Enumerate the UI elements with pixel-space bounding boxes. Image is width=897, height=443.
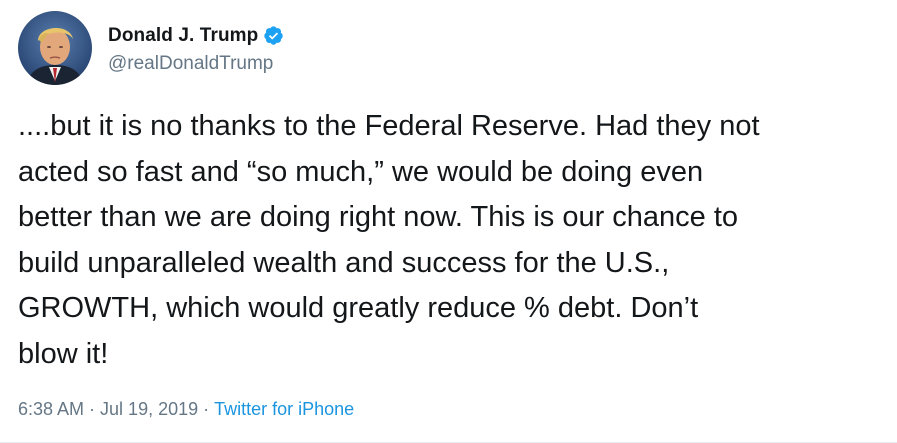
tweet-text-line: build unparalleled wealth and success fo… [18, 246, 670, 279]
author-handle[interactable]: @realDonaldTrump [108, 53, 284, 75]
tweet-source-link[interactable]: Twitter for iPhone [214, 399, 354, 420]
tweet-time[interactable]: 6:38 AM [18, 399, 84, 420]
avatar-image [18, 11, 92, 85]
tweet-meta: 6:38 AM · Jul 19, 2019 · Twitter for iPh… [18, 399, 354, 420]
tweet-text: ....but it is no thanks to the Federal R… [18, 104, 888, 377]
display-name[interactable]: Donald J. Trump [108, 25, 258, 47]
verified-badge-icon [263, 25, 284, 46]
meta-separator: · [89, 399, 96, 419]
tweet-date[interactable]: Jul 19, 2019 [100, 399, 198, 420]
tweet-text-line: acted so fast and “so much,” we would be… [18, 155, 704, 188]
tweet-header: Donald J. Trump @realDonaldTrump [18, 8, 284, 88]
author-names: Donald J. Trump @realDonaldTrump [108, 22, 284, 75]
tweet-text-line: GROWTH, which would greatly reduce % deb… [18, 292, 699, 324]
tweet-card: Donald J. Trump @realDonaldTrump ....but… [0, 0, 897, 443]
tweet-text-line: blow it! [18, 337, 109, 370]
meta-separator: · [203, 399, 210, 419]
tweet-text-line: ....but it is no thanks to the Federal R… [18, 110, 760, 142]
name-row: Donald J. Trump [108, 22, 284, 50]
tweet-text-line: better than we are doing right now. This… [18, 201, 739, 233]
avatar[interactable] [18, 11, 92, 85]
